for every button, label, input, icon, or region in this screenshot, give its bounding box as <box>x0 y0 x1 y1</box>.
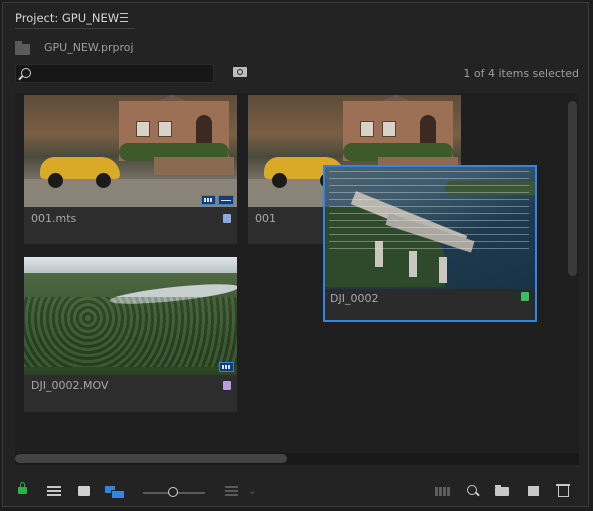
sort-icon[interactable] <box>225 486 238 496</box>
video-badge-icon <box>219 362 234 372</box>
panel-header: Project: GPU_NEW <box>3 3 588 31</box>
clip-thumbnail <box>24 257 237 375</box>
selection-status: 1 of 4 items selected <box>463 67 579 80</box>
clip-name: 001 <box>255 212 276 225</box>
clip-name: 001.mts <box>31 212 77 225</box>
icon-view-icon[interactable] <box>78 486 90 496</box>
vertical-scrollbar[interactable] <box>568 101 577 276</box>
clip-card-selected[interactable]: DJI_0002 <box>323 165 537 322</box>
panel-menu-icon[interactable] <box>120 13 128 22</box>
find-icon-button[interactable] <box>233 67 247 77</box>
search-icon <box>21 68 31 78</box>
label-color-swatch[interactable] <box>223 214 231 223</box>
bottom-toolbar: ⌄ <box>3 477 588 507</box>
clip-card[interactable]: DJI_0002.MOV <box>24 257 237 412</box>
new-bin-icon[interactable] <box>495 485 509 496</box>
horizontal-scrollbar[interactable] <box>15 454 287 463</box>
lock-icon[interactable] <box>18 482 27 494</box>
list-view-icon[interactable] <box>47 486 61 496</box>
project-folder-icon[interactable] <box>15 41 30 55</box>
new-item-icon[interactable] <box>525 486 539 497</box>
panel-title[interactable]: Project: GPU_NEW <box>15 11 119 25</box>
find-icon[interactable] <box>467 485 477 495</box>
clear-icon[interactable] <box>556 484 570 497</box>
selection-outline <box>323 165 537 322</box>
search-input[interactable] <box>15 64 214 83</box>
clip-card[interactable]: 001.mts <box>24 95 237 244</box>
audio-badge-icon <box>218 195 234 205</box>
label-color-swatch[interactable] <box>223 381 231 390</box>
freeform-view-icon[interactable] <box>105 486 125 499</box>
chevron-down-icon[interactable]: ⌄ <box>248 486 256 497</box>
clip-name: DJI_0002.MOV <box>31 379 109 392</box>
tab-underline <box>15 28 135 29</box>
video-badge-icon <box>201 195 216 205</box>
project-panel: Project: GPU_NEW GPU_NEW.prproj 1 of 4 i… <box>2 2 589 507</box>
clip-thumbnail <box>24 95 237 207</box>
project-file-name: GPU_NEW.prproj <box>44 41 134 54</box>
automate-to-sequence-icon[interactable] <box>435 487 451 496</box>
zoom-slider-handle[interactable] <box>168 487 178 497</box>
